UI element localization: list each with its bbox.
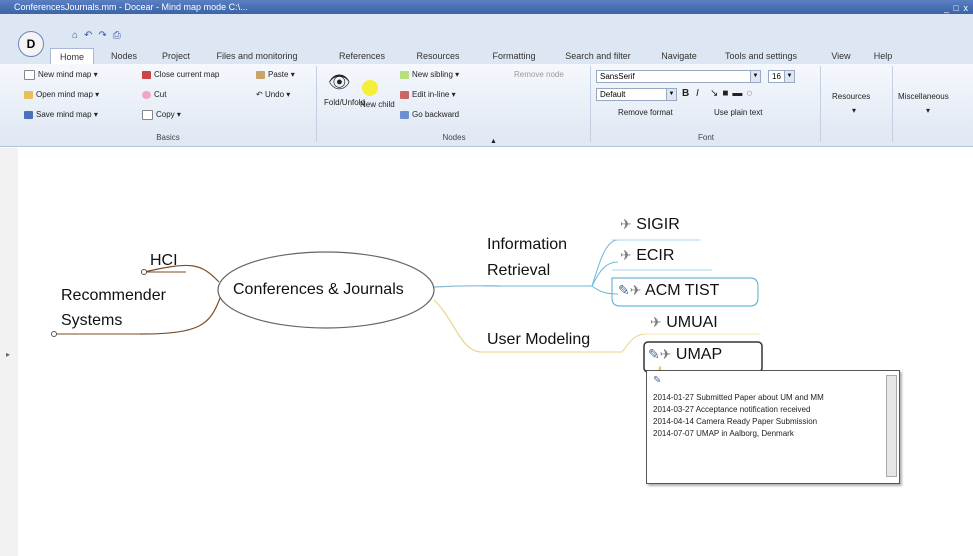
node-ir-line1[interactable]: Information <box>487 236 567 254</box>
node-umuai-label: UMUAI <box>666 314 718 331</box>
node-recommender-line1[interactable]: Recommender <box>61 287 166 305</box>
pin-icon: ✈ <box>659 346 672 362</box>
node-hci[interactable]: HCI <box>150 252 178 270</box>
tooltip-line-3: 2014-04-14 Camera Ready Paper Submission <box>653 417 818 426</box>
node-umuai[interactable]: ✈ UMUAI <box>650 314 718 332</box>
node-recommender-line2[interactable]: Systems <box>61 312 122 330</box>
app-menu-button[interactable]: D <box>18 31 44 57</box>
fold-circle-hci[interactable] <box>141 269 147 275</box>
note-icon: ✎ <box>653 375 662 386</box>
edge-umuai <box>621 333 647 353</box>
pin-icon: ✈ <box>629 282 642 298</box>
node-sigir-label: SIGIR <box>636 216 680 233</box>
node-sigir[interactable]: ✈ SIGIR <box>620 216 680 234</box>
note-tooltip: ✎ 2014-01-27 Submitted Paper about UM an… <box>646 370 900 484</box>
edge-acm-tist <box>591 285 619 295</box>
edge-um <box>433 299 481 353</box>
tooltip-line-4: 2014-07-07 UMAP in Aalborg, Denmark <box>653 429 794 438</box>
node-acm-tist[interactable]: ✎✈ ACM TIST <box>618 282 719 300</box>
node-umap[interactable]: ✎✈ UMAP <box>648 346 722 364</box>
note-icon: ✎ <box>648 346 660 362</box>
tooltip-line-1: 2014-01-27 Submitted Paper about UM and … <box>653 393 824 402</box>
node-ir-line2[interactable]: Retrieval <box>487 262 550 280</box>
node-acm-tist-label: ACM TIST <box>645 282 720 299</box>
note-icon: ✎ <box>618 282 630 298</box>
node-umap-label: UMAP <box>675 346 723 363</box>
pin-icon: ✈ <box>620 247 632 263</box>
node-ecir[interactable]: ✈ ECIR <box>620 247 674 265</box>
fold-circle-recommender[interactable] <box>51 331 57 337</box>
tooltip-line-2: 2014-03-27 Acceptance notification recei… <box>653 405 811 414</box>
node-um[interactable]: User Modeling <box>487 331 590 349</box>
pin-icon: ✈ <box>620 216 632 232</box>
pin-icon: ✈ <box>650 314 662 330</box>
node-ecir-label: ECIR <box>636 247 675 264</box>
root-node[interactable]: Conferences & Journals <box>233 281 404 299</box>
tooltip-scrollbar[interactable] <box>886 375 897 477</box>
